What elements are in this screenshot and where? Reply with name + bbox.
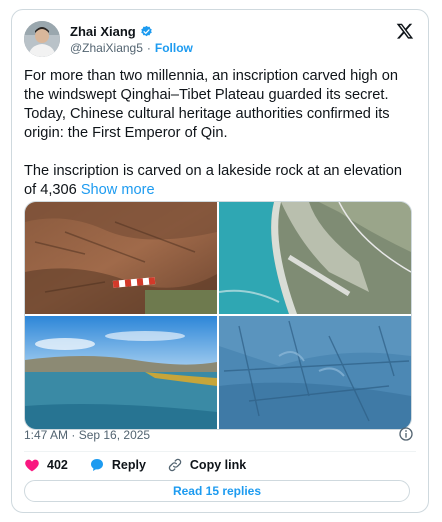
verified-badge-icon bbox=[140, 25, 152, 37]
divider bbox=[24, 451, 416, 452]
author-handle[interactable]: @ZhaiXiang5 bbox=[70, 41, 143, 55]
like-count: 402 bbox=[47, 458, 68, 472]
avatar[interactable] bbox=[24, 21, 60, 57]
reply-button[interactable]: Reply bbox=[89, 457, 146, 473]
media-photo-inscription-rock[interactable] bbox=[25, 202, 217, 314]
show-more-link[interactable]: Show more bbox=[81, 182, 155, 198]
action-bar: 402 Reply Copy link bbox=[24, 457, 267, 473]
avatar-photo bbox=[24, 21, 60, 57]
post-paragraph: For more than two millennia, an inscript… bbox=[24, 68, 398, 141]
copy-link-button[interactable]: Copy link bbox=[167, 457, 246, 473]
link-icon bbox=[168, 458, 182, 472]
info-icon[interactable] bbox=[398, 426, 414, 442]
media-photo-lake-aerial[interactable] bbox=[219, 202, 411, 314]
like-button[interactable]: 402 bbox=[24, 457, 68, 473]
copy-link-label: Copy link bbox=[189, 458, 247, 472]
media-photo-carving-closeup[interactable] bbox=[219, 316, 411, 429]
media-gallery bbox=[24, 201, 412, 430]
post-text: For more than two millennia, an inscript… bbox=[24, 67, 418, 200]
post-paragraph: The inscription is carved on a lakeside … bbox=[24, 162, 418, 200]
reply-bubble-icon bbox=[90, 459, 103, 471]
read-replies-button[interactable]: Read 15 replies bbox=[24, 480, 410, 502]
post-timestamp[interactable]: 1:47 AM · Sep 16, 2025 bbox=[24, 428, 150, 442]
follow-button[interactable]: Follow bbox=[155, 41, 193, 55]
author-name[interactable]: Zhai Xiang bbox=[70, 24, 136, 39]
separator-dot: · bbox=[146, 41, 151, 55]
media-photo-lake-landscape[interactable] bbox=[25, 316, 217, 429]
post-card: Zhai Xiang @ZhaiXiang5 · Follow For more… bbox=[11, 9, 429, 513]
reply-label: Reply bbox=[111, 458, 146, 472]
x-logo-icon[interactable] bbox=[396, 22, 414, 40]
heart-icon bbox=[25, 459, 39, 472]
